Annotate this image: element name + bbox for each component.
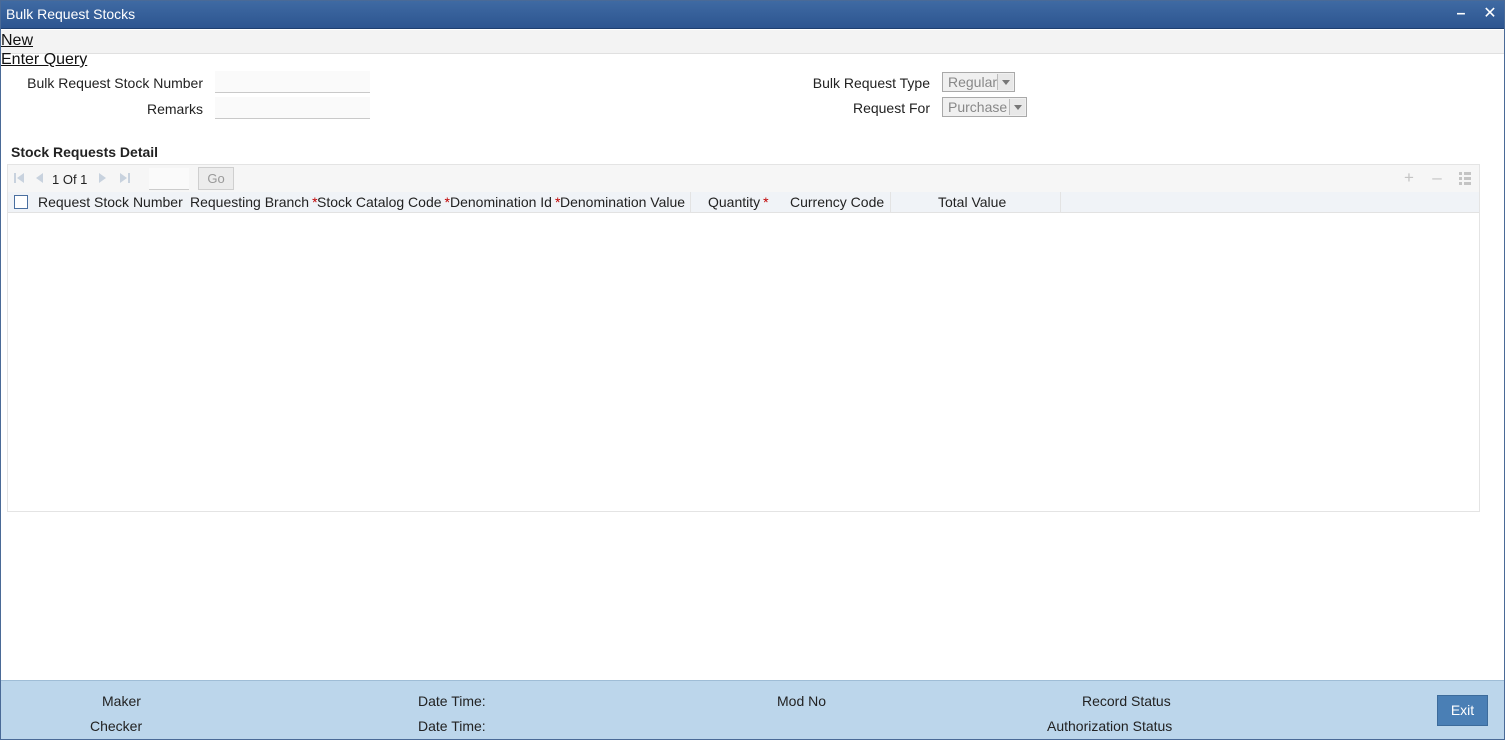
maker-label: Maker	[102, 693, 141, 709]
column-divider	[1060, 192, 1061, 213]
enter-query-link[interactable]: Enter Query	[1, 51, 87, 69]
record-status-label: Record Status	[1082, 693, 1171, 709]
audit-footer: Maker Checker Date Time: Date Time: Mod …	[1, 680, 1504, 739]
maker-date-time-label: Date Time:	[418, 693, 486, 709]
col-label: Denomination Id	[450, 194, 552, 210]
remarks-label: Remarks	[146, 101, 203, 117]
grid-pager: 1 Of 1 Go + –	[8, 165, 1479, 192]
stock-requests-grid: 1 Of 1 Go + – Request Stock Number Reque…	[7, 164, 1480, 512]
bulk-request-stock-number-label: Bulk Request Stock Number	[27, 75, 203, 91]
exit-button[interactable]: Exit	[1437, 695, 1488, 726]
col-label: Requesting Branch	[190, 194, 310, 210]
bulk-request-type-select[interactable]: Regular	[942, 72, 1015, 92]
select-all-checkbox[interactable]	[14, 195, 28, 209]
delete-row-icon[interactable]: –	[1429, 169, 1445, 186]
column-divider	[690, 192, 691, 213]
close-icon[interactable]: ✕	[1481, 5, 1499, 23]
col-label: Denomination Value	[560, 194, 686, 210]
column-divider	[890, 192, 891, 213]
remarks-input[interactable]	[215, 97, 370, 119]
previous-page-icon[interactable]	[32, 171, 46, 185]
col-stock-catalog-code[interactable]: Stock Catalog Code *	[317, 194, 450, 210]
bulk-request-stock-number-input[interactable]	[215, 71, 370, 93]
page-number-input[interactable]	[149, 168, 189, 190]
col-denomination-id[interactable]: Denomination Id *	[450, 194, 560, 210]
add-row-icon[interactable]: +	[1401, 169, 1417, 186]
request-for-select[interactable]: Purchase	[942, 97, 1027, 117]
bulk-request-type-value: Regular	[948, 74, 998, 90]
request-for-value: Purchase	[948, 99, 1008, 115]
title-bar: Bulk Request Stocks – ✕	[1, 1, 1504, 29]
col-total-value[interactable]: Total Value	[938, 194, 1006, 210]
col-label: Total Value	[938, 194, 1007, 210]
last-page-icon[interactable]	[118, 171, 132, 185]
required-marker: *	[763, 194, 769, 210]
chevron-down-icon	[1009, 99, 1025, 115]
authorization-status-label: Authorization Status	[1047, 718, 1173, 734]
go-button[interactable]: Go	[198, 167, 234, 190]
checker-date-time-label: Date Time:	[418, 718, 486, 734]
chevron-down-icon	[997, 74, 1013, 90]
stock-requests-detail-title: Stock Requests Detail	[11, 144, 159, 160]
first-page-icon[interactable]	[12, 171, 26, 185]
col-label: Currency Code	[790, 194, 885, 210]
col-quantity[interactable]: Quantity *	[708, 194, 769, 210]
mod-no-label: Mod No	[777, 693, 827, 709]
col-request-stock-number[interactable]: Request Stock Number	[38, 194, 183, 210]
new-link[interactable]: New	[1, 32, 33, 50]
col-label: Stock Catalog Code	[317, 194, 442, 210]
grid-header: Request Stock Number Requesting Branch * …	[8, 192, 1479, 213]
request-for-label: Request For	[852, 100, 930, 116]
menu-strip	[1, 30, 1504, 54]
col-currency-code[interactable]: Currency Code	[790, 194, 884, 210]
col-requesting-branch[interactable]: Requesting Branch *	[190, 194, 318, 210]
single-view-icon[interactable]	[1457, 170, 1473, 186]
window-title: Bulk Request Stocks	[6, 6, 136, 22]
page-count: 1 Of 1	[52, 172, 88, 187]
checker-label: Checker	[90, 718, 143, 734]
bulk-request-stocks-window: Bulk Request Stocks – ✕ New Enter Query …	[0, 0, 1505, 740]
bulk-request-type-label: Bulk Request Type	[812, 75, 930, 91]
minimize-icon[interactable]: –	[1452, 5, 1470, 23]
col-denomination-value[interactable]: Denomination Value	[560, 194, 685, 210]
col-label: Quantity	[708, 194, 761, 210]
next-page-icon[interactable]	[96, 171, 110, 185]
col-label: Request Stock Number	[38, 194, 183, 210]
